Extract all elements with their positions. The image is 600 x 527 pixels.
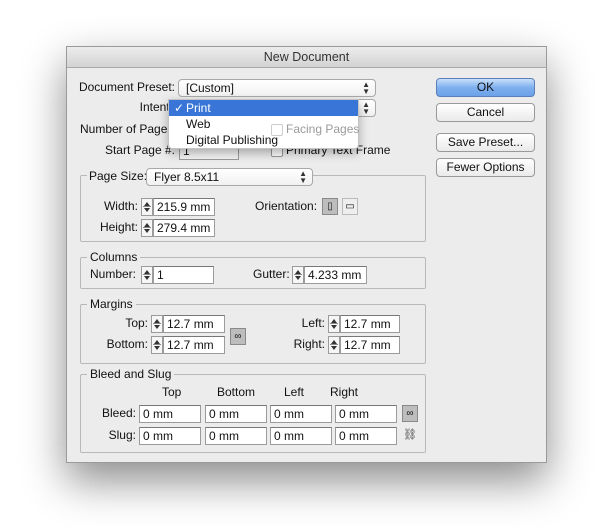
left-margin-label: Left: xyxy=(301,316,325,330)
bottom-margin-stepper[interactable] xyxy=(151,336,163,354)
height-input[interactable]: 279.4 mm xyxy=(153,219,215,237)
document-preset-label: Document Preset: xyxy=(78,80,175,94)
bleed-chain-link-icon[interactable]: ∞ xyxy=(402,405,418,422)
page-size-value: Flyer 8.5x11 xyxy=(154,170,220,184)
width-stepper[interactable] xyxy=(141,198,153,216)
top-margin-stepper[interactable] xyxy=(151,315,163,333)
document-preset-select[interactable]: [Custom] ▲ ▼ xyxy=(178,79,376,97)
left-margin-stepper[interactable] xyxy=(328,315,340,333)
header-right: Right xyxy=(330,385,359,399)
window-title: New Document xyxy=(67,47,546,68)
gutter-label: Gutter: xyxy=(253,267,290,281)
bleed-right-input[interactable]: 0 mm xyxy=(335,405,397,423)
margins-group xyxy=(80,304,426,364)
intent-label: Intent: xyxy=(139,100,173,114)
facing-pages-checkbox[interactable] xyxy=(271,124,283,136)
facing-pages-label: Facing Pages xyxy=(286,122,360,136)
slug-bottom-input[interactable]: 0 mm xyxy=(205,427,267,445)
page-size-label: Page Size: xyxy=(87,168,150,185)
orientation-label: Orientation: xyxy=(255,199,318,213)
gutter-stepper[interactable] xyxy=(292,266,304,284)
updown-arrow-icon: ▲ ▼ xyxy=(362,100,370,116)
margins-legend: Margins xyxy=(87,297,136,311)
bleed-bottom-input[interactable]: 0 mm xyxy=(205,405,267,423)
right-margin-input[interactable]: 12.7 mm xyxy=(340,336,400,354)
left-margin-input[interactable]: 12.7 mm xyxy=(340,315,400,333)
slug-right-input[interactable]: 0 mm xyxy=(335,427,397,445)
gutter-input[interactable]: 4.233 mm xyxy=(304,266,367,284)
number-label: Number: xyxy=(90,267,137,281)
bleed-left-input[interactable]: 0 mm xyxy=(270,405,332,423)
ok-button[interactable]: OK xyxy=(436,78,535,97)
bleed-slug-legend: Bleed and Slug xyxy=(87,367,175,381)
height-label: Height: xyxy=(99,220,138,234)
new-document-dialog: New Document Document Preset: [Custom] ▲ ▼… xyxy=(66,46,547,463)
bottom-margin-label: Bottom: xyxy=(106,337,148,351)
option-label: Web xyxy=(186,117,211,131)
right-margin-label: Right: xyxy=(293,337,325,351)
updown-arrow-icon: ▲ ▼ xyxy=(299,169,307,185)
intent-option-print[interactable]: ✓ Print xyxy=(169,100,358,116)
document-preset-value: [Custom] xyxy=(186,81,235,95)
header-bottom: Bottom xyxy=(217,385,256,399)
right-margin-stepper[interactable] xyxy=(328,336,340,354)
cancel-button[interactable]: Cancel xyxy=(436,103,535,122)
page-size-select[interactable]: Flyer 8.5x11 ▲ ▼ xyxy=(146,168,313,186)
top-margin-label: Top: xyxy=(125,316,148,330)
slug-left-input[interactable]: 0 mm xyxy=(270,427,332,445)
height-stepper[interactable] xyxy=(141,219,153,237)
broken-chain-link-icon[interactable]: ⛓ xyxy=(403,428,417,441)
top-margin-input[interactable]: 12.7 mm xyxy=(163,315,225,333)
save-preset-button[interactable]: Save Preset... xyxy=(436,133,535,152)
width-label: Width: xyxy=(103,199,138,213)
portrait-orientation-icon[interactable]: ▯ xyxy=(322,198,338,215)
bleed-label: Bleed: xyxy=(101,406,136,420)
landscape-orientation-icon[interactable]: ▭ xyxy=(342,198,358,215)
columns-number-input[interactable]: 1 xyxy=(153,266,214,284)
slug-label: Slug: xyxy=(108,428,136,442)
slug-top-input[interactable]: 0 mm xyxy=(139,427,201,445)
chain-link-icon[interactable]: ∞ xyxy=(230,328,246,345)
start-page-label: Start Page #: xyxy=(104,143,175,157)
checkmark-icon: ✓ xyxy=(174,101,185,115)
fewer-options-button[interactable]: Fewer Options xyxy=(436,158,535,177)
width-input[interactable]: 215.9 mm xyxy=(153,198,215,216)
number-stepper[interactable] xyxy=(141,266,153,284)
bottom-margin-input[interactable]: 12.7 mm xyxy=(163,336,225,354)
updown-arrow-icon: ▲ ▼ xyxy=(362,80,370,96)
header-left: Left xyxy=(284,385,305,399)
bleed-top-input[interactable]: 0 mm xyxy=(139,405,201,423)
option-label: Digital Publishing xyxy=(186,133,279,147)
option-label: Print xyxy=(186,101,211,115)
header-top: Top xyxy=(162,385,182,399)
number-of-pages-label: Number of Pages: xyxy=(80,122,177,136)
columns-legend: Columns xyxy=(87,250,141,264)
